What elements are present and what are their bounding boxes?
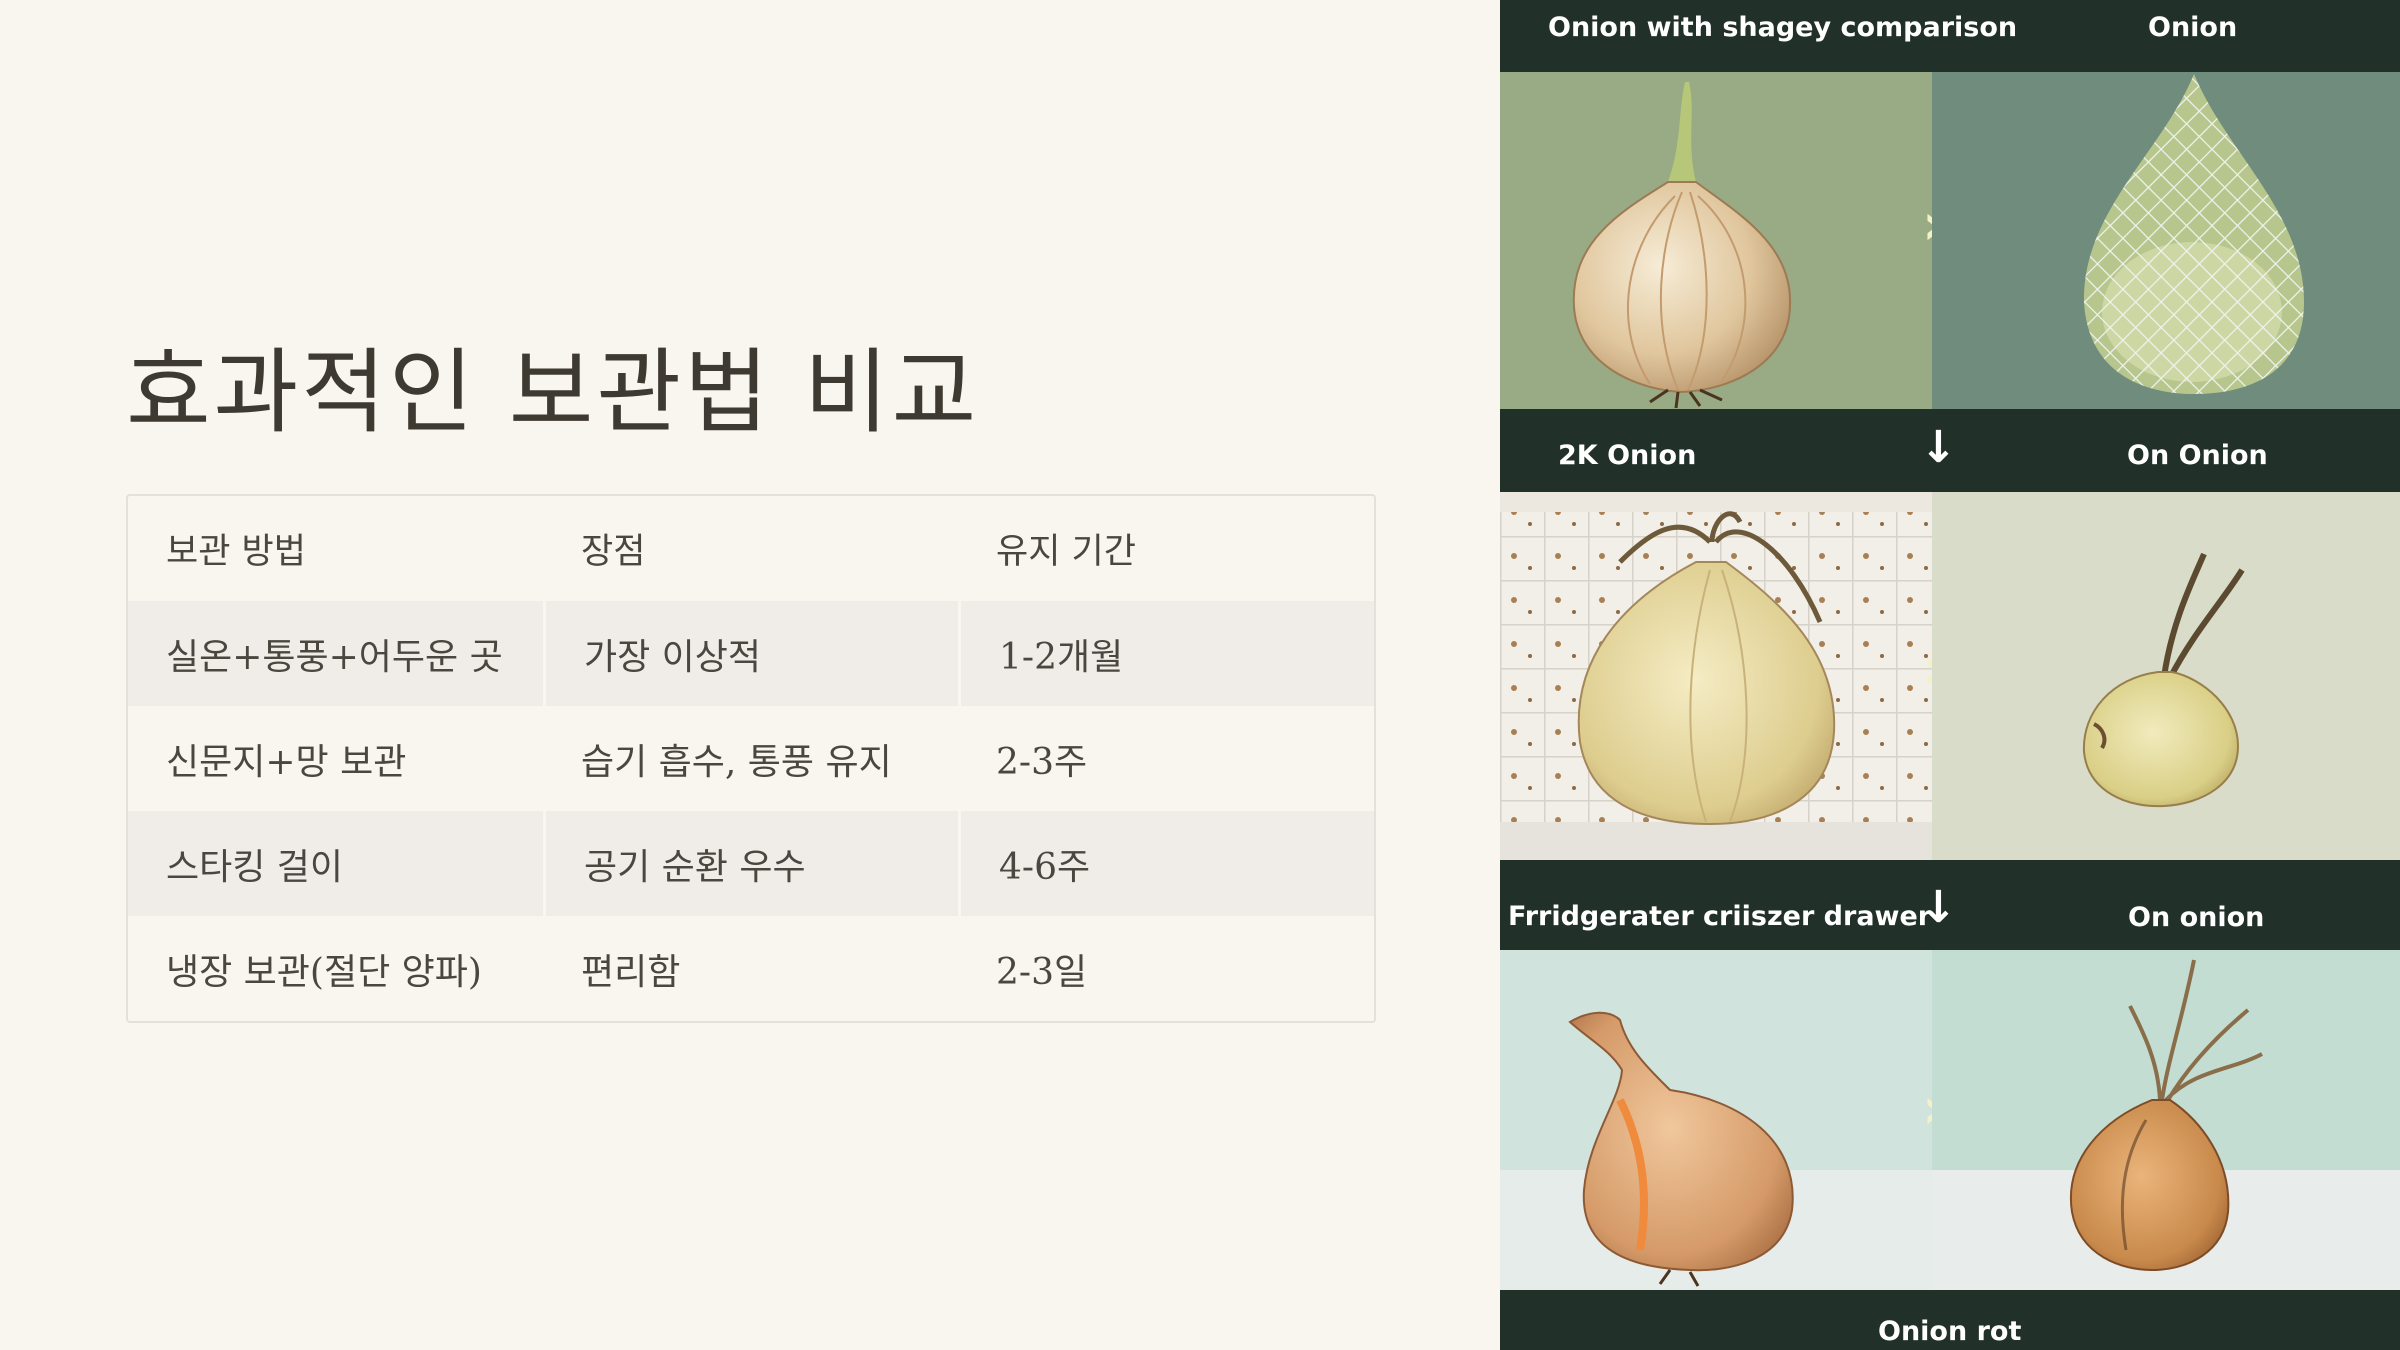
cell-advantage: 공기 순환 우수 <box>543 811 958 916</box>
table-row: 스타킹 걸이 공기 순환 우수 4-6주 <box>128 811 1374 916</box>
table-row: 냉장 보관(절단 양파) 편리함 2-3일 <box>128 916 1374 1021</box>
arrow-down-icon: ↓ <box>1920 882 1957 933</box>
label-top-right: Onion <box>2148 12 2238 43</box>
cell-advantage: 편리함 <box>581 951 681 993</box>
panel-rotting-onion <box>1932 950 2400 1290</box>
label-mid-right: On Onion <box>2127 440 2268 471</box>
cell-duration: 4-6주 <box>958 811 1373 916</box>
storage-comparison-table: 보관 방법 장점 유지 기간 실온+통풍+어두운 곳 가장 이상적 1-2개월 … <box>126 494 1376 1023</box>
cell-duration: 2-3주 <box>996 741 1088 783</box>
slide-content: 효과적인 보관법 비교 보관 방법 장점 유지 기간 실온+통풍+어두운 곳 가… <box>0 0 1500 1350</box>
rotting-onion-picture <box>1932 959 2400 1290</box>
cell-method: 냉장 보관(절단 양파) <box>166 951 482 993</box>
cell-duration: 2-3일 <box>996 951 1088 993</box>
onion-in-mesh-net-picture <box>2083 74 2304 394</box>
cell-method: 신문지+망 보관 <box>166 741 407 783</box>
cell-method: 스타킹 걸이 <box>166 846 344 888</box>
panel-whole-onion <box>1500 72 1932 409</box>
panel-onion-in-mesh-net <box>1932 72 2400 409</box>
header-duration: 유지 기간 <box>996 532 1136 572</box>
cell-method: 실온+통풍+어두운 곳 <box>166 636 503 678</box>
table-row: 실온+통풍+어두운 곳 가장 이상적 1-2개월 <box>128 601 1374 706</box>
label-bottom: Onion rot <box>1878 1316 2022 1347</box>
label-top-left: Onion with shagey comparison <box>1548 12 2018 43</box>
panel-split-onion <box>1500 950 1932 1290</box>
small-sprouting-onion-picture <box>2082 552 2245 808</box>
split-onion-picture <box>1500 1011 1932 1290</box>
arrow-down-icon: ↓ <box>1920 422 1957 473</box>
cell-advantage: 습기 흡수, 통풍 유지 <box>581 741 892 783</box>
table-header-row: 보관 방법 장점 유지 기간 <box>128 496 1374 601</box>
header-method: 보관 방법 <box>166 532 306 572</box>
cell-advantage: 가장 이상적 <box>543 601 958 706</box>
slide-title: 효과적인 보관법 비교 <box>126 339 980 446</box>
sprouting-onion-in-drawer-picture <box>1500 511 1932 860</box>
cell-duration: 1-2개월 <box>958 601 1373 706</box>
label-low-left: Frridgerater criiszer drawer <box>1508 901 1932 932</box>
label-mid-left: 2K Onion <box>1558 440 1697 471</box>
label-low-right: On onion <box>2128 902 2265 933</box>
table-row: 신문지+망 보관 습기 흡수, 통풍 유지 2-3주 <box>128 706 1374 811</box>
onion-storage-illustration: Onion with shagey comparison Onion › <box>1500 0 2400 1350</box>
whole-onion-picture <box>1572 82 1792 409</box>
panel-sprouting-onion-in-drawer <box>1500 492 1932 860</box>
panel-small-sprouting-onion <box>1932 492 2400 860</box>
header-advantage: 장점 <box>581 532 646 572</box>
